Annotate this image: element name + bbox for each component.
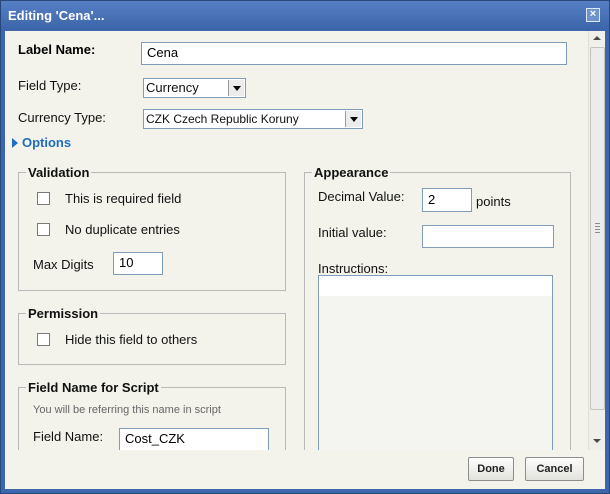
required-label: This is required field bbox=[65, 191, 182, 206]
field-name-hint: You will be referring this name in scrip… bbox=[33, 404, 221, 416]
scroll-down-icon[interactable] bbox=[589, 433, 605, 448]
options-label: Options bbox=[22, 135, 72, 150]
dialog-title: Editing 'Cena'... bbox=[8, 8, 105, 23]
chevron-down-icon bbox=[228, 80, 244, 96]
expand-arrow-icon bbox=[12, 138, 18, 148]
validation-legend: Validation bbox=[28, 165, 90, 180]
form-content: Label Name: Cena Field Type: Currency Cu… bbox=[5, 31, 588, 450]
field-name-script-legend: Field Name for Script bbox=[28, 380, 159, 395]
hide-field-label: Hide this field to others bbox=[65, 332, 198, 347]
field-name-input[interactable]: Cost_CZK bbox=[119, 428, 269, 450]
vertical-scrollbar[interactable] bbox=[588, 31, 605, 450]
instructions-label: Instructions: bbox=[318, 261, 389, 276]
dialog-body: Label Name: Cena Field Type: Currency Cu… bbox=[5, 31, 605, 450]
max-digits-label: Max Digits bbox=[33, 257, 94, 272]
decimal-value-label: Decimal Value: bbox=[318, 189, 405, 204]
permission-legend: Permission bbox=[28, 306, 99, 321]
max-digits-input[interactable]: 10 bbox=[113, 252, 163, 275]
currency-type-select[interactable]: CZK Czech Republic Koruny bbox=[143, 109, 363, 129]
dialog-footer: Done Cancel bbox=[5, 450, 605, 489]
field-type-value: Currency bbox=[146, 80, 199, 95]
grip-line bbox=[595, 223, 600, 224]
textarea-shade bbox=[319, 296, 552, 450]
options-toggle[interactable]: Options bbox=[12, 135, 71, 150]
cancel-button[interactable]: Cancel bbox=[525, 457, 584, 481]
field-type-select[interactable]: Currency bbox=[143, 78, 246, 98]
instructions-textarea[interactable] bbox=[318, 275, 553, 450]
initial-value-input[interactable] bbox=[422, 225, 554, 248]
scrollbar-thumb[interactable] bbox=[590, 47, 605, 410]
label-name-label: Label Name: bbox=[18, 42, 96, 57]
decimal-unit-label: points bbox=[476, 194, 511, 209]
required-checkbox[interactable] bbox=[37, 192, 50, 205]
dialog-window: Editing 'Cena'... × Label Name: Cena Fie… bbox=[0, 0, 610, 494]
no-duplicates-checkbox[interactable] bbox=[37, 223, 50, 236]
field-type-label: Field Type: bbox=[18, 78, 82, 93]
grip-line bbox=[595, 226, 600, 227]
field-name-label: Field Name: bbox=[33, 429, 104, 444]
initial-value-label: Initial value: bbox=[318, 225, 387, 240]
chevron-down-icon bbox=[345, 111, 361, 127]
currency-type-value: CZK Czech Republic Koruny bbox=[146, 112, 299, 126]
grip-line bbox=[595, 229, 600, 230]
grip-line bbox=[595, 232, 600, 233]
appearance-legend: Appearance bbox=[314, 165, 389, 180]
close-icon[interactable]: × bbox=[586, 8, 600, 22]
dialog-titlebar[interactable]: Editing 'Cena'... × bbox=[1, 1, 609, 30]
no-duplicates-label: No duplicate entries bbox=[65, 222, 180, 237]
scroll-up-icon[interactable] bbox=[589, 31, 605, 46]
decimal-value-input[interactable]: 2 bbox=[422, 188, 472, 212]
done-button[interactable]: Done bbox=[468, 457, 514, 481]
label-name-input[interactable]: Cena bbox=[141, 42, 567, 65]
hide-field-checkbox[interactable] bbox=[37, 333, 50, 346]
currency-type-label: Currency Type: bbox=[18, 110, 106, 125]
